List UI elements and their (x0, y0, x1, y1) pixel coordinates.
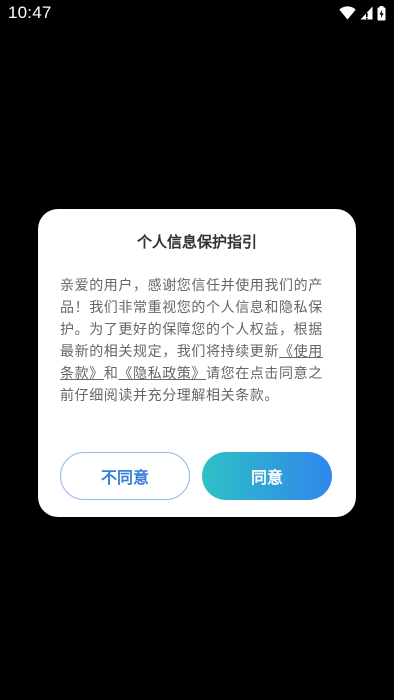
screen: 10:47 个人信息保护指引 亲爱的用户，感谢您信任并使用我们的产品！我们非常重… (0, 0, 394, 700)
status-time: 10:47 (8, 3, 52, 22)
signal-icon (360, 6, 373, 20)
status-bar: 10:47 (0, 0, 394, 26)
privacy-dialog: 个人信息保护指引 亲爱的用户，感谢您信任并使用我们的产品！我们非常重视您的个人信… (38, 209, 356, 517)
battery-charging-icon (377, 5, 386, 21)
dialog-title: 个人信息保护指引 (136, 233, 257, 251)
agree-button[interactable]: 同意 (202, 452, 332, 500)
privacy-policy-link[interactable]: 《隐私政策》 (118, 366, 206, 382)
status-icons (339, 5, 386, 21)
disagree-button[interactable]: 不同意 (60, 452, 190, 500)
body-connector: 和 (103, 366, 119, 382)
disagree-button-label: 不同意 (100, 468, 149, 487)
wifi-icon (339, 6, 356, 20)
agree-button-label: 同意 (250, 468, 283, 487)
dialog-body: 亲爱的用户，感谢您信任并使用我们的产品！我们非常重视您的个人信息和隐私保护。为了… (60, 275, 336, 407)
